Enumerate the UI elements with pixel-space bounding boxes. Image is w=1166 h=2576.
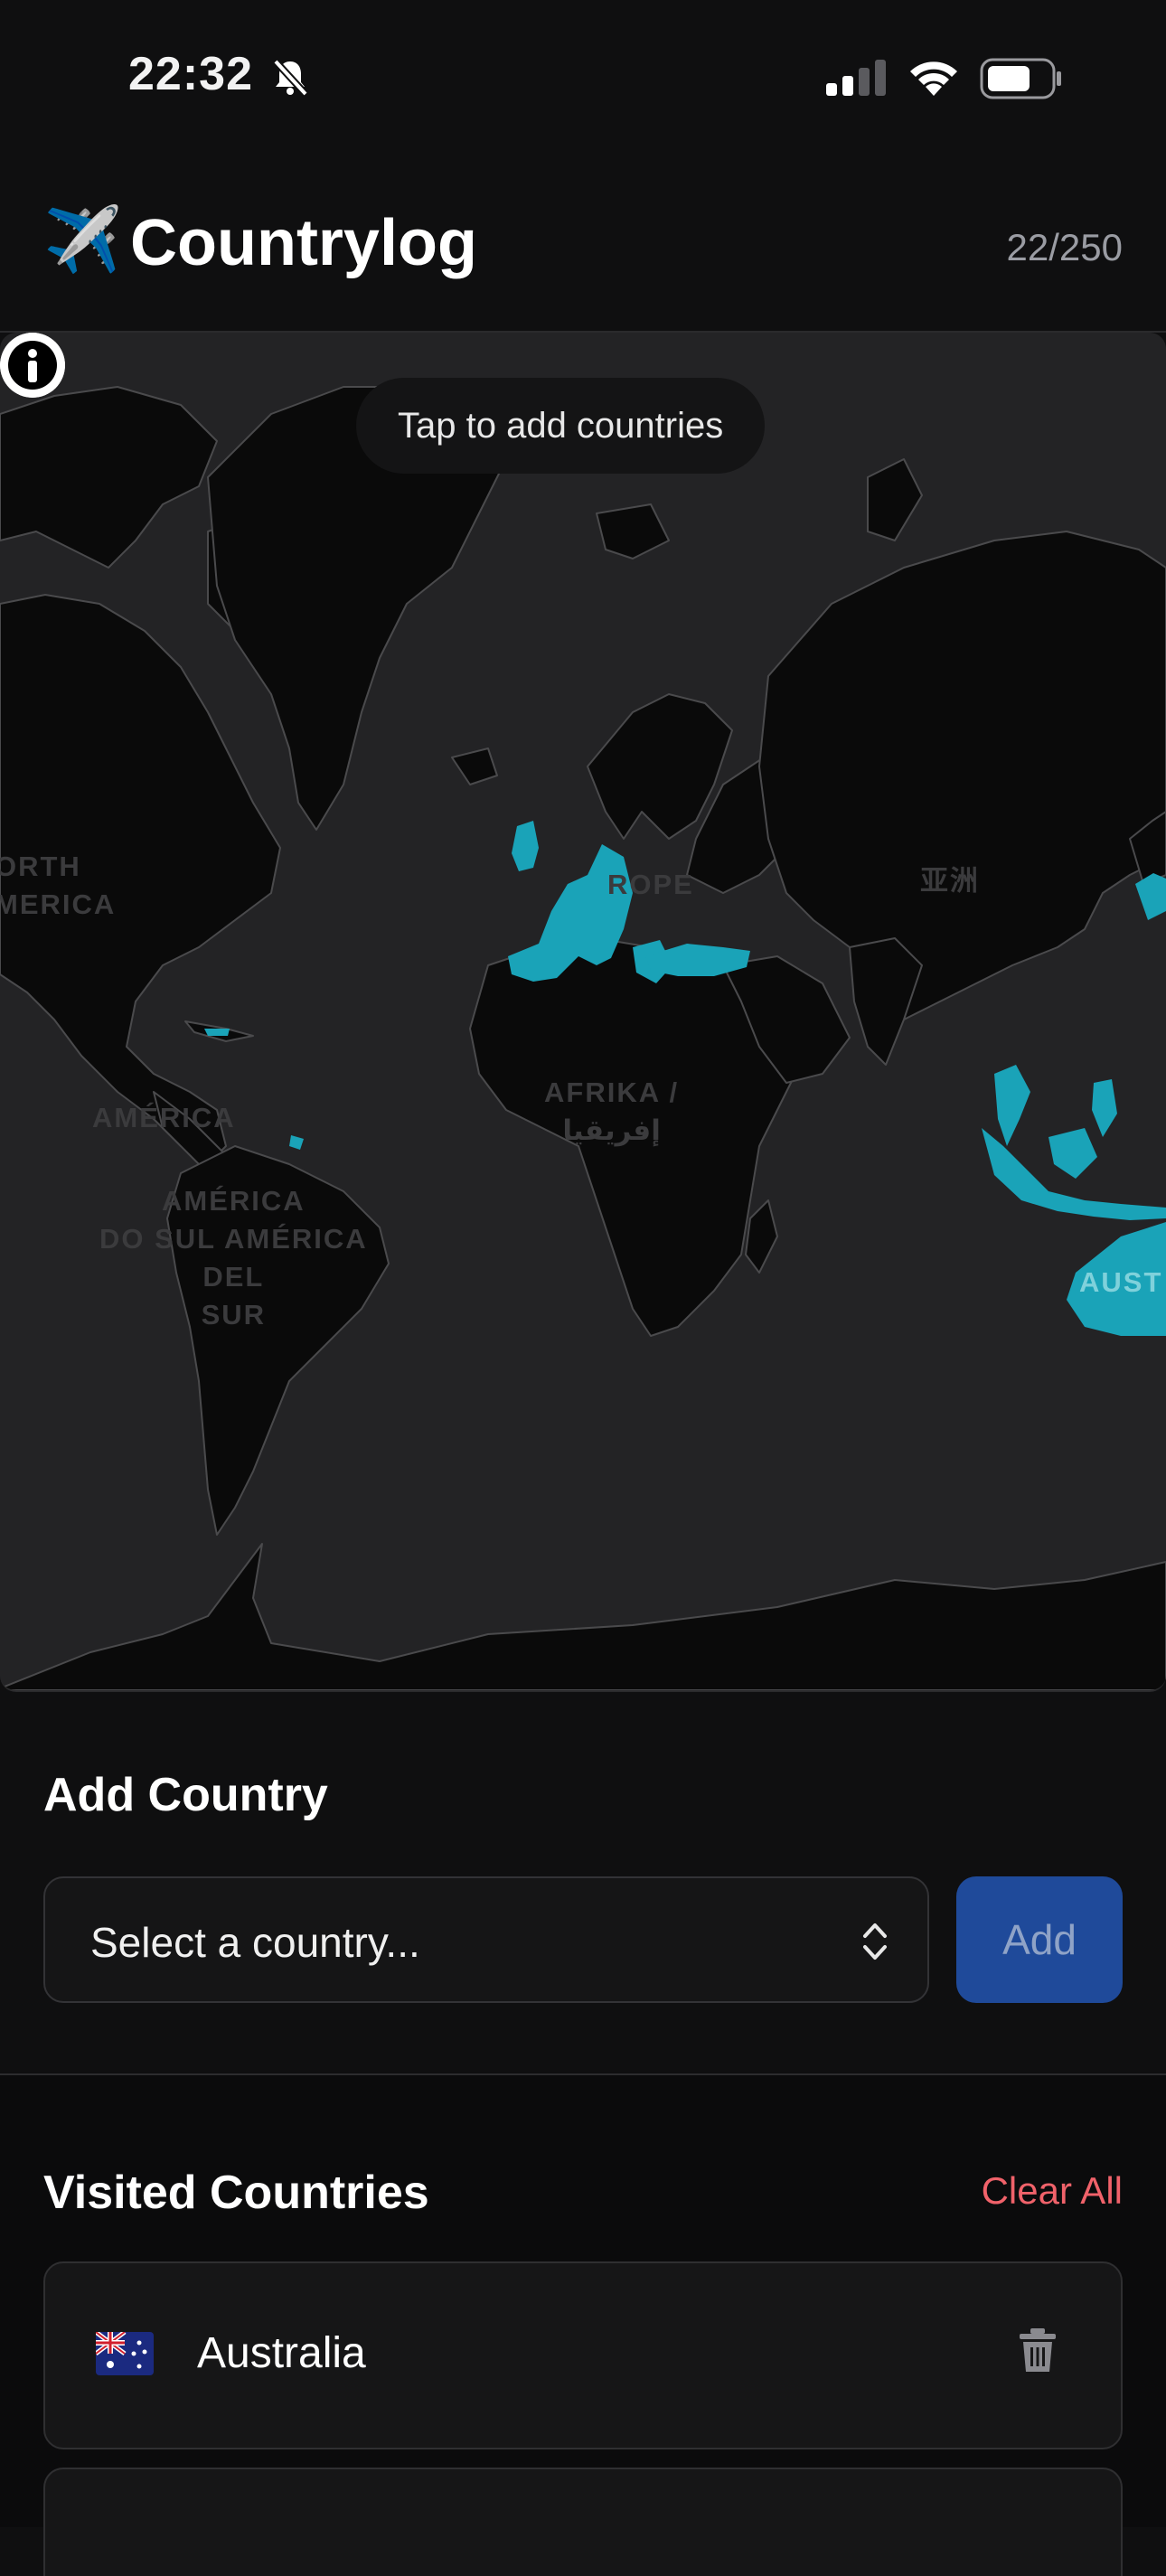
land-iceland bbox=[451, 747, 498, 785]
map-label-asia: 亚洲 bbox=[920, 865, 980, 897]
add-country-section: Add Country Select a country... Add bbox=[0, 1692, 1166, 2075]
map-hint-pill: Tap to add countries bbox=[356, 378, 766, 474]
map-label-australia: AUST bbox=[1079, 1266, 1163, 1298]
visited-japan bbox=[1135, 873, 1166, 920]
battery-icon bbox=[980, 58, 1061, 99]
world-map-graphic[interactable] bbox=[0, 333, 1166, 1690]
map-label-europe: ROPE bbox=[607, 869, 694, 900]
wifi-icon bbox=[910, 61, 957, 96]
cellular-signal-icon bbox=[826, 60, 886, 96]
airplane-icon: ✈️ bbox=[43, 204, 123, 275]
list-item[interactable]: Australia bbox=[43, 2261, 1123, 2449]
info-icon[interactable] bbox=[0, 333, 65, 398]
land-novaya-zemlya bbox=[867, 458, 923, 541]
visited-borneo bbox=[1048, 1128, 1097, 1179]
visited-countries-section: Visited Countries Clear All Australia bbox=[0, 2075, 1166, 2576]
land-svalbard bbox=[596, 503, 670, 559]
land-asia bbox=[758, 531, 1166, 1020]
map-label-africa: AFRIKA / إفريقيا bbox=[544, 1076, 680, 1146]
country-select-placeholder: Select a country... bbox=[90, 1919, 420, 1966]
map-label-north-america: ORTH MERICA bbox=[0, 851, 117, 920]
australia-flag-icon bbox=[96, 2332, 154, 2375]
visited-thailand bbox=[994, 1065, 1030, 1146]
map-label-south-america: AMÉRICA DO SUL AMÉRICA DEL SUR bbox=[99, 1185, 368, 1330]
land-antarctica bbox=[0, 1543, 1166, 1690]
visited-counter: 22/250 bbox=[1006, 226, 1123, 268]
add-button[interactable]: Add bbox=[956, 1876, 1123, 2003]
silent-bell-icon bbox=[273, 59, 308, 97]
clear-all-button[interactable]: Clear All bbox=[982, 2169, 1123, 2213]
trash-icon[interactable] bbox=[1018, 2328, 1058, 2374]
status-time: 22:32 bbox=[128, 48, 253, 100]
app-header: ✈️ Countrylog 22/250 bbox=[0, 172, 1166, 333]
visited-philippines bbox=[1092, 1079, 1117, 1137]
visited-uk bbox=[512, 821, 539, 871]
land-arctic-islands bbox=[0, 386, 218, 569]
world-map[interactable]: Tap to add countries ORTH MERICA AMÉRICA… bbox=[0, 333, 1166, 1692]
map-label-central-america: AMÉRICA bbox=[92, 1102, 236, 1133]
land-madagascar bbox=[745, 1199, 778, 1274]
add-country-title: Add Country bbox=[43, 1769, 328, 1821]
status-bar: 22:32 bbox=[0, 0, 1166, 154]
country-name: Australia bbox=[197, 2329, 366, 2377]
country-select[interactable]: Select a country... bbox=[43, 1876, 929, 2003]
visited-countries-title: Visited Countries bbox=[43, 2167, 429, 2219]
visited-caribbean bbox=[204, 1029, 230, 1036]
visited-guyana bbox=[289, 1135, 304, 1150]
list-item[interactable] bbox=[43, 2468, 1123, 2576]
chevron-updown-icon bbox=[863, 1923, 887, 1960]
app-title: Countrylog bbox=[130, 207, 477, 279]
